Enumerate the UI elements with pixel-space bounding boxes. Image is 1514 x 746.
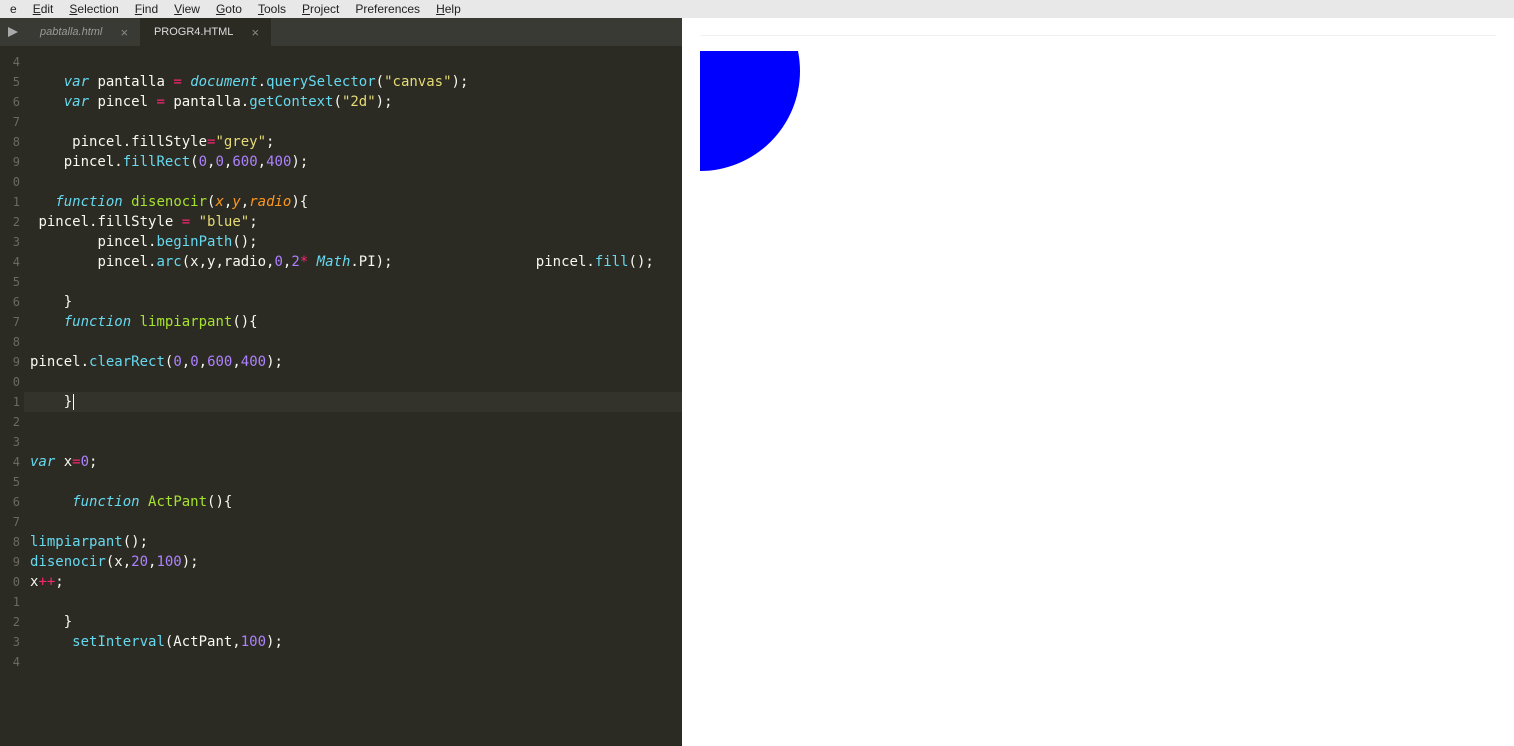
line-number: 5 (0, 72, 20, 92)
line-number: 0 (0, 372, 20, 392)
code-line[interactable] (30, 652, 682, 672)
menu-item-view[interactable]: View (168, 2, 206, 16)
line-number: 7 (0, 112, 20, 132)
line-number: 4 (0, 652, 20, 672)
code-line[interactable] (30, 472, 682, 492)
line-number: 5 (0, 472, 20, 492)
tab-progr4[interactable]: PROGR4.HTML × (140, 18, 271, 46)
code-line[interactable]: var pincel = pantalla.getContext("2d"); (30, 92, 682, 112)
line-number: 7 (0, 312, 20, 332)
close-icon[interactable]: × (120, 25, 128, 40)
line-number: 9 (0, 152, 20, 172)
browser-chrome-strip (700, 18, 1496, 36)
code-line[interactable]: pincel.fillRect(0,0,600,400); (30, 152, 682, 172)
line-number: 1 (0, 392, 20, 412)
line-number: 1 (0, 592, 20, 612)
code-line[interactable]: setInterval(ActPant,100); (30, 632, 682, 652)
line-number: 8 (0, 132, 20, 152)
code-line[interactable] (30, 272, 682, 292)
line-number: 1 (0, 192, 20, 212)
code-line[interactable] (30, 432, 682, 452)
line-number: 0 (0, 172, 20, 192)
menu-item-tools[interactable]: Tools (252, 2, 292, 16)
code-line[interactable]: } (30, 292, 682, 312)
code-line[interactable] (30, 592, 682, 612)
line-number: 0 (0, 572, 20, 592)
code-line[interactable]: pincel.arc(x,y,radio,0,2* Math.PI); pinc… (30, 252, 682, 272)
code-line[interactable]: function disenocir(x,y,radio){ (30, 192, 682, 212)
line-number: 8 (0, 532, 20, 552)
menu-item-preferences[interactable]: Preferences (349, 2, 426, 16)
line-number: 3 (0, 632, 20, 652)
line-gutter: 4567890123456789012345678901234 (0, 46, 24, 746)
code-line[interactable] (30, 512, 682, 532)
tab-pabtalla[interactable]: pabtalla.html × (26, 18, 140, 46)
code-line[interactable]: disenocir(x,20,100); (30, 552, 682, 572)
menu-item-file[interactable]: e (4, 2, 23, 16)
editor-body[interactable]: 4567890123456789012345678901234 var pant… (0, 46, 682, 746)
menu-item-help[interactable]: Help (430, 2, 467, 16)
play-button[interactable] (0, 18, 26, 46)
code-line[interactable]: var x=0; (30, 452, 682, 472)
line-number: 6 (0, 292, 20, 312)
line-number: 5 (0, 272, 20, 292)
line-number: 6 (0, 92, 20, 112)
menu-item-find[interactable]: Find (129, 2, 164, 16)
menu-item-goto[interactable]: Goto (210, 2, 248, 16)
code-line[interactable] (30, 112, 682, 132)
close-icon[interactable]: × (251, 25, 259, 40)
code-line[interactable]: function limpiarpant(){ (30, 312, 682, 332)
code-line[interactable]: pincel.fillStyle="grey"; (30, 132, 682, 152)
code-line[interactable] (30, 52, 682, 72)
line-number: 6 (0, 492, 20, 512)
menu-item-selection[interactable]: Selection (63, 2, 124, 16)
play-icon (8, 27, 18, 37)
line-number: 7 (0, 512, 20, 532)
code-line[interactable]: var pantalla = document.querySelector("c… (30, 72, 682, 92)
editor-pane: pabtalla.html × PROGR4.HTML × 4567890123… (0, 18, 682, 746)
code-line[interactable]: function ActPant(){ (30, 492, 682, 512)
browser-output-pane (682, 18, 1514, 746)
tab-label: pabtalla.html (40, 26, 102, 38)
line-number: 4 (0, 452, 20, 472)
line-number: 2 (0, 212, 20, 232)
line-number: 3 (0, 432, 20, 452)
code-line[interactable] (30, 332, 682, 352)
code-line[interactable]: pincel.clearRect(0,0,600,400); (30, 352, 682, 372)
code-line[interactable]: pincel.beginPath(); (30, 232, 682, 252)
line-number: 8 (0, 332, 20, 352)
main-split: pabtalla.html × PROGR4.HTML × 4567890123… (0, 18, 1514, 746)
menu-item-edit[interactable]: Edit (27, 2, 60, 16)
code-line[interactable]: x++; (30, 572, 682, 592)
tab-bar: pabtalla.html × PROGR4.HTML × (0, 18, 682, 46)
code-line[interactable] (30, 412, 682, 432)
menu-item-project[interactable]: Project (296, 2, 345, 16)
code-line[interactable]: limpiarpant(); (30, 532, 682, 552)
code-line[interactable] (30, 372, 682, 392)
line-number: 4 (0, 252, 20, 272)
line-number: 2 (0, 412, 20, 432)
line-number: 9 (0, 352, 20, 372)
line-number: 4 (0, 52, 20, 72)
line-number: 2 (0, 612, 20, 632)
tab-label: PROGR4.HTML (154, 26, 233, 38)
line-number: 9 (0, 552, 20, 572)
canvas-output (700, 51, 830, 171)
code-line[interactable]: } (30, 612, 682, 632)
code-line[interactable]: pincel.fillStyle = "blue"; (30, 212, 682, 232)
code-line[interactable] (30, 172, 682, 192)
menu-bar: e Edit Selection Find View Goto Tools Pr… (0, 0, 1514, 18)
code-area[interactable]: var pantalla = document.querySelector("c… (24, 46, 682, 746)
line-number: 3 (0, 232, 20, 252)
